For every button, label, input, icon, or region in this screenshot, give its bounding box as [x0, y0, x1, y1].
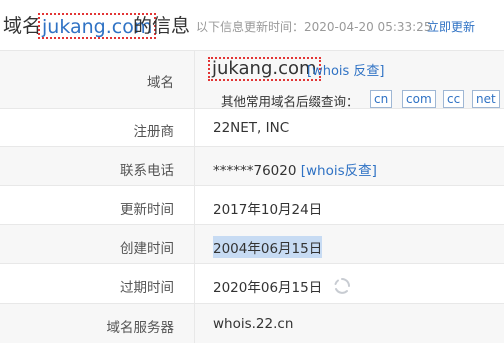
column-divider: [194, 304, 195, 343]
column-divider: [194, 147, 195, 186]
suffix-tag-cc[interactable]: cc: [443, 90, 465, 108]
column-divider: [194, 225, 195, 264]
refresh-icon[interactable]: [333, 277, 351, 299]
update-now-link[interactable]: 立即更新: [427, 19, 475, 35]
table-row-domain: 域名 jukang.com [whois 反查] 其他常用域名后缀查询： cn …: [0, 50, 504, 109]
row-label-expires: 过期时间: [120, 280, 174, 296]
row-label-domain: 域名: [147, 75, 174, 91]
column-divider: [194, 51, 195, 109]
phone-row-value: ******76020 [whois反查]: [213, 159, 377, 179]
row-label-updated: 更新时间: [120, 202, 174, 218]
column-divider: [194, 186, 195, 225]
table-row-created: 创建时间 2004年06月15日: [0, 224, 504, 264]
expires-row-value: 2020年06月15日: [213, 276, 351, 299]
title-prefix: 域名: [3, 15, 42, 37]
title-suffix: 的信息: [133, 15, 191, 37]
table-row-registrar: 注册商 22NET, INC: [0, 108, 504, 147]
phone-whois-reverse-link[interactable]: [whois反查]: [301, 163, 377, 179]
phone-value: ******76020: [213, 163, 297, 179]
nameserver-value: whois.22.cn: [213, 316, 294, 332]
domain-value: jukang.com: [208, 57, 321, 81]
domain-whois-reverse-link[interactable]: [whois 反查]: [307, 60, 385, 79]
suffix-tag-cn[interactable]: cn: [370, 90, 393, 108]
row-label-registrar: 注册商: [133, 124, 175, 140]
created-date-value: 2004年06月15日: [213, 236, 323, 258]
table-row-phone: 联系电话 ******76020 [whois反查]: [0, 146, 504, 186]
table-row-expires: 过期时间 2020年06月15日: [0, 263, 504, 304]
row-label-created: 创建时间: [120, 241, 174, 257]
row-label-nameserver: 域名服务器: [106, 320, 175, 336]
suffix-tag-com[interactable]: com: [402, 90, 436, 108]
table-row-updated: 更新时间 2017年10月24日: [0, 185, 504, 225]
column-divider: [194, 264, 195, 304]
suffix-tag-net[interactable]: net: [472, 90, 500, 108]
row-label-phone: 联系电话: [120, 163, 174, 179]
updated-date-value: 2017年10月24日: [213, 202, 323, 218]
table-row-nameserver: 域名服务器 whois.22.cn: [0, 303, 504, 343]
expires-date-value: 2020年06月15日: [213, 280, 323, 296]
page-title: 域名 jukang.com 的信息 以下信息更新时间：2020-04-20 05…: [0, 0, 504, 44]
registrar-value: 22NET, INC: [213, 120, 290, 136]
update-time-text: 以下信息更新时间：2020-04-20 05:33:25: [196, 20, 432, 34]
column-divider: [194, 109, 195, 147]
